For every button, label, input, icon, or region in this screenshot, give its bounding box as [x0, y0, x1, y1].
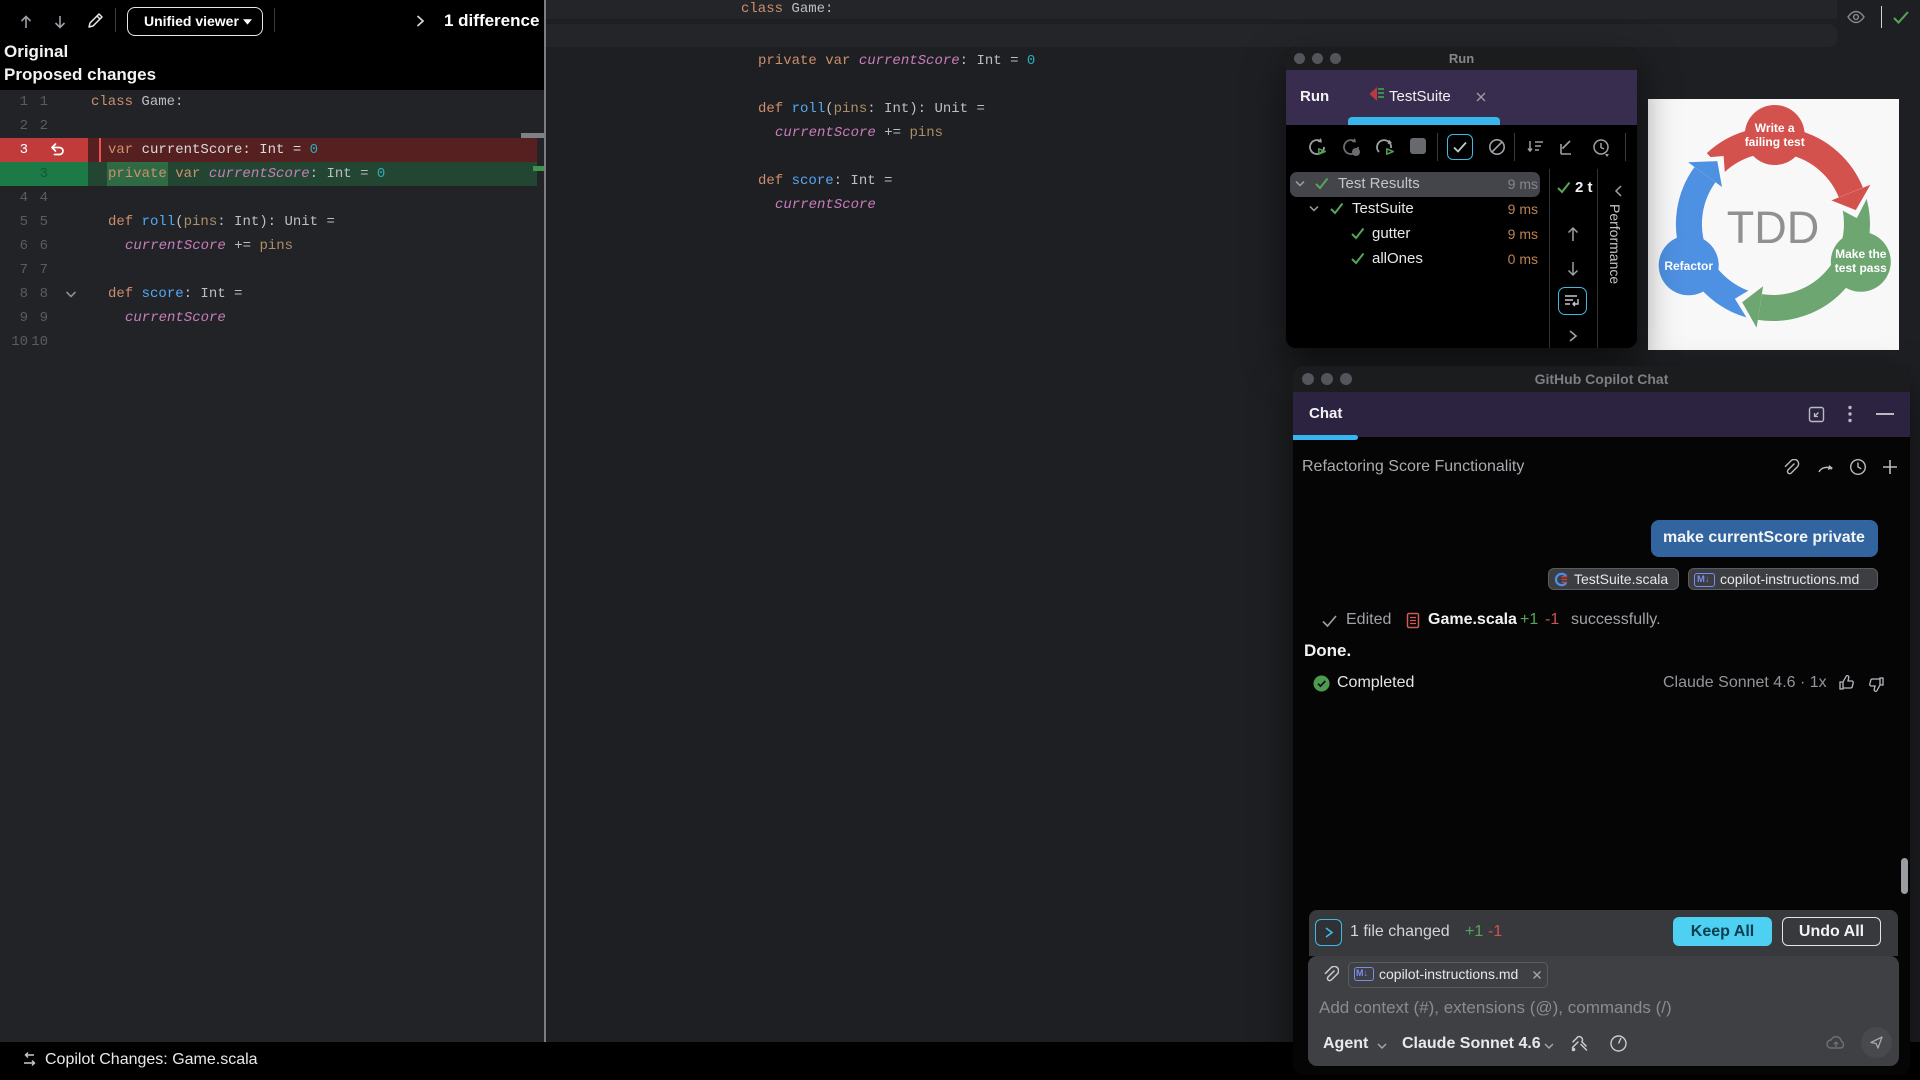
svg-text:TDD: TDD: [1727, 202, 1819, 253]
svg-text:Refactor: Refactor: [1664, 259, 1713, 273]
svg-text:failing test: failing test: [1745, 135, 1805, 149]
svg-text:test pass: test pass: [1835, 261, 1887, 275]
svg-text:Make the: Make the: [1835, 247, 1887, 261]
svg-text:Write a: Write a: [1755, 121, 1795, 135]
